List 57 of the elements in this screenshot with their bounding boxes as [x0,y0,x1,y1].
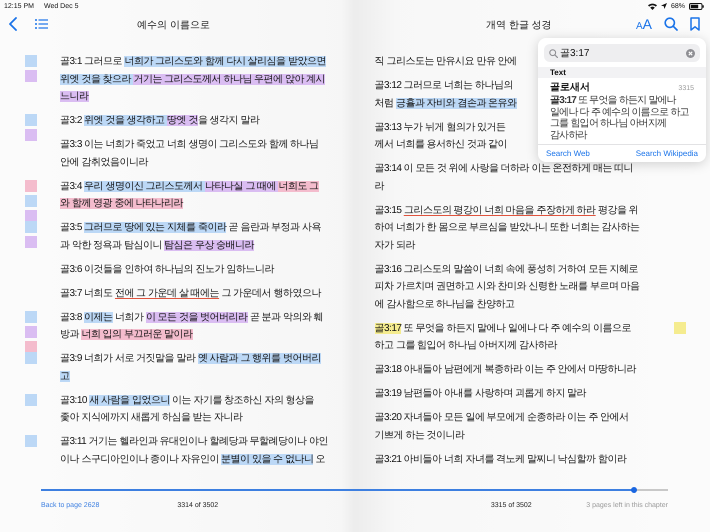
book-title: 개역 한글 성경 [486,19,552,32]
highlight-marker[interactable] [25,236,37,248]
highlight-marker[interactable] [25,352,37,364]
chapter-title: 예수의 이름으로 [137,19,210,32]
verse-text: 골3:21 아비들아 너희 자녀를 격노케 말찌니 낙심할까 함이라 [374,452,626,466]
verse-text: 골3:19 남편들아 아내를 사랑하며 괴롭게 하지 말라 [374,387,586,401]
progress-thumb[interactable] [631,487,638,493]
verse-text: 골3:16 그리스도의 말씀이 너희 속에 풍성히 거하여 모든 지혜로 피차 가르치며 권면하고 시와 찬미와 신령한 노래를 부르며 마음 에 감사함으로 하나님을 찬양하고 [374,262,640,312]
location-arrow-icon [660,3,667,9]
verse-text: 골3:1 그러므로 너희가 그리스도와 함께 다시 살리심을 받았으면 위엣 것을 찾으라 거기는 그리스도께서 하나님 우편에 앉아 계시 느니라 [60,55,326,104]
contents-list-button[interactable] [35,19,48,29]
highlight-marker[interactable] [25,129,37,141]
highlight-marker[interactable] [25,210,37,222]
result-title[interactable]: 골로새서 [550,80,590,94]
verse-text: 골3:12 그러므로 너희는 하나님의 처럼 긍휼과 자비와 겸손과 온유와 [374,79,517,110]
font-size-button[interactable]: AA [636,16,652,32]
highlight-marker[interactable] [25,180,37,192]
verse-text: 골3:6 이것들을 인하여 하나님의 진노가 임하느니라 [60,262,274,276]
verse-text: 골3:2 위엣 것을 생각하고 땅엣 것을 생각지 말라 [60,114,260,128]
highlight-marker[interactable] [25,221,37,233]
verse-text: 골3:14 이 모든 것 위에 사랑을 더하라 이는 온전하게 매는 띠니 라 [374,162,634,194]
verse-text: 골3:3 이는 너희가 죽었고 너희 생명이 그리스도와 함께 하나님 안에 감취었음이니라 [60,138,319,170]
highlight-marker[interactable] [25,340,37,352]
search-field[interactable]: 골3:17 [544,44,700,62]
search-link[interactable]: Search Wikipedia [636,149,698,158]
verse-text: 골3:18 아내들아 남편에게 복종하라 이는 주 안에서 마땅하니라 [374,363,636,377]
verse-text: 골3:15 그리스도의 평강이 너희 마음을 주장하게 하라 평강을 위 하여 너희가 한 몸으로 부르심을 받았나니 또한 너희는 감사하는 자가 되라 [374,204,640,252]
section-header: Text [538,67,706,78]
verse-text: 골3:8 이제는 너희가 이 모든 것을 벗어버리라 곧 분과 악의와 훼 방과 너희 입의 부끄러운 말이라 [60,310,324,342]
result-snippet: 골3:17 또 무엇을 하든지 말에나 일에나 다 주 예수의 이름으로 하고 그를 힘입어 하나님 아버지께 감사하라 [550,95,690,141]
search-button[interactable] [664,17,678,31]
highlight-marker[interactable] [25,194,37,206]
highlight-marker[interactable] [25,114,37,126]
highlight-marker[interactable] [25,310,37,322]
verse-text: 골3:5 그러므로 땅에 있는 지체를 죽이라 곧 음란과 부정과 사욕 과 악한 정욕과 탐심이니 탐심은 우상 숭배니라 [60,221,321,252]
wifi-icon [648,2,657,10]
verse-text: 골3:7 너희도 전에 그 가운데 살 때에는 그 가운데서 행하였으나 [60,286,321,300]
highlight-marker[interactable] [25,55,37,67]
search-link[interactable]: Search Web [546,149,590,158]
verse-text: 골3:20 자녀들아 모든 일에 부모에게 순종하라 이는 주 안에서 기쁘게 하는 것이니라 [374,411,629,442]
search-icon [549,48,558,58]
verse-text: 골3:17 또 무엇을 하든지 말에나 일에나 다 주 예수의 이름으로 하고 그를 힘입어 하나님 아버지께 감사하라 [374,322,631,353]
verse-text: 골3:13 누가 뉘게 혐의가 있거든 께서 너희를 용서하신 것과 같이 [374,120,508,152]
highlight-marker[interactable] [25,70,37,82]
bookmark-button[interactable] [690,17,700,31]
highlight-marker[interactable] [25,435,37,447]
verse-text: 골3:11 거기는 헬라인과 유대인이나 할례당과 무할례당이나 야인 이나 스구디아인이나 종이나 자유인이 분별이 있을 수 없나니 오 [60,435,328,466]
battery-icon [689,2,704,10]
highlight-marker[interactable] [25,326,37,338]
clear-icon[interactable] [686,48,695,58]
highlight-marker[interactable] [674,322,686,334]
verse-text: 골3:10 새 사람을 입었으니 이는 자기를 창조하신 자의 형상을 좇아 지식에까지 새롭게 하심을 받는 자니라 [60,394,314,425]
verse-text: 골3:4 우리 생명이신 그리스도께서 나타나실 그 때에 너희도 그 와 함께 영광 중에 나타나리라 [60,180,319,211]
verse-text: 직 그리스도는 만유시요 만유 안에 [374,55,517,69]
highlight-marker[interactable] [25,394,37,406]
verse-text: 골3:9 너희가 서로 거짓말을 말라 옛 사람과 그 행위를 벗어버리 고 [60,352,321,384]
back-button[interactable] [9,17,17,31]
